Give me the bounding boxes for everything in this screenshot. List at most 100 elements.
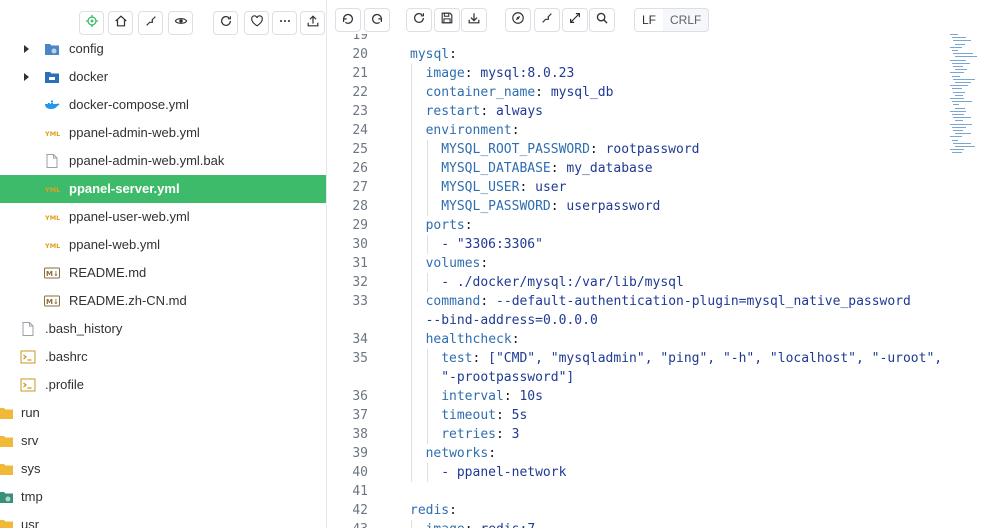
minimap-line [950, 34, 958, 35]
code-line[interactable]: 41 [330, 482, 950, 501]
file-tree-row[interactable]: .profile [0, 371, 326, 399]
file-tree-row[interactable]: YML ppanel-web.yml [0, 231, 326, 259]
home-button[interactable] [108, 11, 133, 35]
fullscreen-button[interactable] [562, 8, 588, 32]
code-line[interactable]: 33 command: --default-authentication-plug… [330, 292, 950, 311]
file-tree-row[interactable]: config [0, 35, 326, 63]
code-text: ports: [425, 218, 473, 233]
code-line[interactable]: 42 redis: [330, 501, 950, 520]
indent-guide [426, 178, 428, 197]
code-line[interactable]: 37 timeout: 5s [330, 406, 950, 425]
minimap[interactable] [950, 34, 980, 164]
minimap-line [951, 126, 966, 128]
file-tree-row[interactable]: run [0, 399, 326, 427]
code-line[interactable]: 19 [330, 34, 950, 45]
code-line[interactable]: 20 mysql: [330, 45, 950, 64]
code-line[interactable]: 35 test: ["CMD", "mysqladmin", "ping", "-… [330, 349, 950, 368]
expand-arrow-icon[interactable] [24, 73, 29, 81]
svg-text:M↓: M↓ [46, 270, 59, 278]
file-tree-row[interactable]: usr [0, 511, 326, 528]
code-line[interactable]: 29 ports: [330, 216, 950, 235]
code-line[interactable]: 26 MYSQL_DATABASE: my_database [330, 159, 950, 178]
eol-option-lf[interactable]: LF [635, 9, 664, 31]
indent-guide [426, 425, 428, 444]
markdown-file-icon: M↓ [44, 265, 60, 281]
file-tree-label: .bashrc [45, 349, 88, 364]
code-line[interactable]: 38 retries: 3 [330, 425, 950, 444]
search-button[interactable] [589, 8, 615, 32]
code-line[interactable]: 23 restart: always [330, 102, 950, 121]
file-tree-row[interactable]: .bashrc [0, 343, 326, 371]
file-tree-row[interactable]: M↓ README.zh-CN.md [0, 287, 326, 315]
file-tree-row[interactable]: docker [0, 63, 326, 91]
file-tree-row[interactable]: tmp [0, 483, 326, 511]
locate-file-button[interactable] [79, 11, 104, 35]
code-area[interactable]: 19 20 mysql: 21 image: mysql:8.0.23 22 contain… [330, 34, 950, 528]
collapse-all-button[interactable] [138, 11, 163, 35]
eol-option-crlf[interactable]: CRLF [663, 9, 708, 31]
upload-button[interactable] [300, 11, 325, 35]
minimap-line [954, 82, 971, 83]
code-line[interactable]: 25 MYSQL_ROOT_PASSWORD: rootpassword [330, 140, 950, 159]
redo-button[interactable] [364, 8, 390, 32]
code-line[interactable]: 21 image: mysql:8.0.23 [330, 64, 950, 83]
file-tree-row[interactable]: YML ppanel-server.yml [0, 175, 326, 203]
more-button[interactable] [272, 11, 297, 35]
indent-guide [411, 64, 412, 83]
collapse-arrows-icon [144, 14, 158, 33]
minimap-line [954, 94, 963, 96]
yaml-file-icon: YML [44, 125, 60, 141]
code-line[interactable]: 40 - ppanel-network [330, 463, 950, 482]
download-button[interactable] [461, 8, 487, 32]
file-tree-row[interactable]: ppanel-admin-web.yml.bak [0, 147, 326, 175]
code-line[interactable]: 36 interval: 10s [330, 387, 950, 406]
expand-arrow-icon[interactable] [24, 45, 29, 53]
code-line[interactable]: 27 MYSQL_USER: user [330, 178, 950, 197]
code-text: restart: always [425, 104, 544, 119]
reload-file-button[interactable] [406, 8, 432, 32]
show-hidden-button[interactable] [168, 11, 193, 35]
file-tree-row[interactable]: M↓ README.md [0, 259, 326, 287]
upload-icon [306, 14, 320, 33]
folder-icon [0, 517, 14, 528]
indent-guide [411, 102, 412, 121]
minimap-line [951, 50, 958, 51]
code-line[interactable]: 24 environment: [330, 121, 950, 140]
code-line[interactable]: --bind-address=0.0.0.0 [330, 311, 950, 330]
refresh-button[interactable] [213, 11, 238, 35]
line-number: 36 [352, 389, 368, 404]
svg-text:YML: YML [44, 186, 60, 194]
file-tree-row[interactable]: sys [0, 455, 326, 483]
favorite-button[interactable] [244, 11, 269, 35]
file-tree-row[interactable]: YML ppanel-user-web.yml [0, 203, 326, 231]
code-line[interactable]: 31 volumes: [330, 254, 950, 273]
code-line[interactable]: 22 container_name: mysql_db [330, 83, 950, 102]
yaml-key: command [425, 294, 481, 309]
code-text: --bind-address=0.0.0.0 [426, 311, 598, 330]
code-editor: LF CRLF 19 20 mysql: 21 image: mysql:8.0.23 2… [330, 0, 982, 528]
file-tree-row[interactable]: .bash_history [0, 315, 326, 343]
save-button[interactable] [434, 8, 460, 32]
code-line[interactable]: 32 - ./docker/mysql:/var/lib/mysql [330, 273, 950, 292]
code-line[interactable]: "-prootpassword"] [330, 368, 950, 387]
undo-button[interactable] [335, 8, 361, 32]
code-text: image: mysql:8.0.23 [425, 66, 575, 81]
file-tree-row[interactable]: docker-compose.yml [0, 91, 326, 119]
theme-button[interactable] [505, 8, 531, 32]
yaml-value: --bind-address=0.0.0.0 [425, 313, 598, 328]
markdown-file-icon: M↓ [44, 293, 60, 309]
file-tree-row[interactable]: srv [0, 427, 326, 455]
folder-docker-icon [44, 69, 60, 85]
code-line[interactable]: 34 healthcheck: [330, 330, 950, 349]
collapse-editor-button[interactable] [534, 8, 560, 32]
yaml-key: mysql [410, 47, 450, 62]
file-tree-row[interactable]: YML ppanel-admin-web.yml [0, 119, 326, 147]
code-line[interactable]: 39 networks: [330, 444, 950, 463]
code-line[interactable]: 43 image: redis:7 [330, 520, 950, 528]
code-line[interactable]: 30 - "3306:3306" [330, 235, 950, 254]
code-line[interactable]: 28 MYSQL_PASSWORD: userpassword [330, 197, 950, 216]
line-number: 38 [352, 427, 368, 442]
code-text: MYSQL_USER: user [441, 180, 567, 195]
indent-guide [411, 178, 412, 197]
minimap-line [954, 69, 967, 71]
